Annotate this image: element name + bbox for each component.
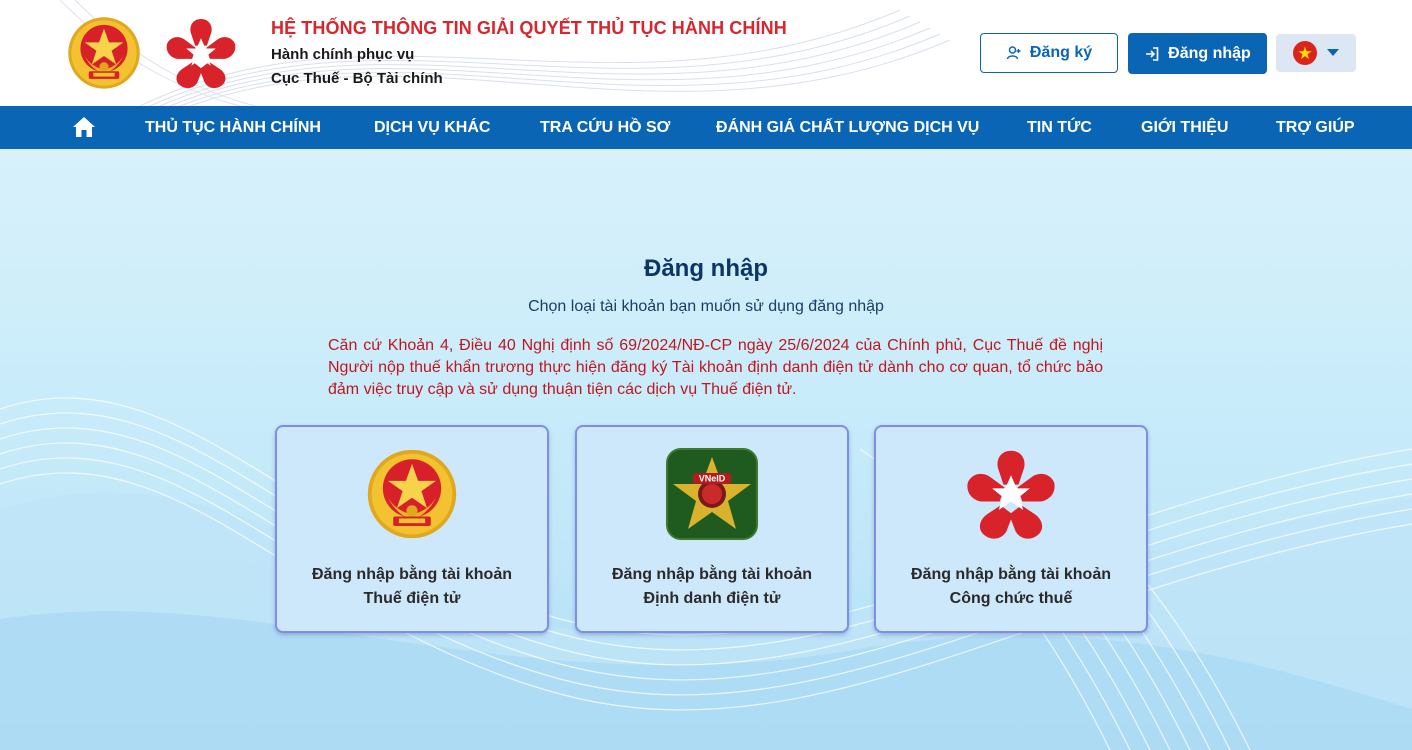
user-add-icon (1006, 46, 1021, 60)
login-option-line1: Đăng nhập bằng tài khoản (910, 566, 1111, 583)
nav-item-service-quality[interactable]: ĐÁNH GIÁ CHẤT LƯỢNG DỊCH VỤ (716, 106, 979, 149)
nav-item-help[interactable]: TRỢ GIÚP (1276, 106, 1355, 149)
login-option-line1: Đăng nhập bằng tài khoản (311, 566, 512, 583)
home-icon[interactable] (72, 116, 96, 138)
system-title: HỆ THỐNG THÔNG TIN GIẢI QUYẾT THỦ TỤC HÀ… (271, 18, 787, 38)
chevron-down-icon (1327, 49, 1339, 56)
notice-text: Căn cứ Khoản 4, Điều 40 Nghị định số 69/… (328, 337, 1103, 398)
nav-item-about[interactable]: GIỚI THIỆU (1141, 106, 1228, 149)
site-header: HỆ THỐNG THÔNG TIN GIẢI QUYẾT THỦ TỤC HÀ… (0, 0, 1412, 106)
language-selector[interactable] (1276, 34, 1356, 72)
login-option-line2: Định danh điện tử (643, 590, 781, 607)
register-button[interactable]: Đăng ký (980, 33, 1118, 73)
nav-item-other-services[interactable]: DỊCH VỤ KHÁC (374, 106, 490, 149)
national-emblem-icon (365, 447, 459, 541)
login-option-tax-officer-account[interactable]: Đăng nhập bằng tài khoản Công chức thuế (874, 425, 1148, 633)
login-option-label: Đăng nhập bằng tài khoản Thuế điện tử (277, 563, 547, 611)
login-option-tax-account[interactable]: Đăng nhập bằng tài khoản Thuế điện tử (275, 425, 549, 633)
system-subtitle: Hành chính phục vụ (271, 46, 415, 63)
login-button[interactable]: Đăng nhập (1128, 33, 1267, 74)
login-option-label: Đăng nhập bằng tài khoản Định danh điện … (577, 563, 847, 611)
login-option-line1: Đăng nhập bằng tài khoản (611, 566, 812, 583)
vneid-icon: VNeID (666, 448, 758, 540)
login-title: Đăng nhập (644, 255, 768, 282)
nav-item-administrative-procedures[interactable]: THỦ TỤC HÀNH CHÍNH (145, 106, 321, 149)
login-label: Đăng nhập (1168, 44, 1251, 62)
public-service-star-icon (964, 447, 1058, 541)
public-service-star-icon[interactable] (164, 14, 238, 92)
login-subtitle: Chọn loại tài khoản bạn muốn sử dụng đăn… (528, 298, 884, 315)
login-section: Đăng nhập Chọn loại tài khoản bạn muốn s… (0, 149, 1412, 750)
login-option-line2: Công chức thuế (949, 590, 1073, 607)
login-icon (1146, 46, 1159, 61)
agency-name: Cục Thuế - Bộ Tài chính (271, 70, 443, 87)
nav-item-news[interactable]: TIN TỨC (1027, 106, 1092, 149)
login-option-line2: Thuế điện tử (363, 590, 461, 607)
vneid-text: VNeID (699, 474, 726, 484)
login-option-vneid-account[interactable]: VNeID Đăng nhập bằng tài khoản Định danh… (575, 425, 849, 633)
main-navigation: THỦ TỤC HÀNH CHÍNH DỊCH VỤ KHÁC TRA CỨU … (0, 106, 1412, 149)
login-option-label: Đăng nhập bằng tài khoản Công chức thuế (876, 563, 1146, 611)
register-label: Đăng ký (1029, 44, 1093, 61)
vietnam-flag-icon (1293, 41, 1317, 65)
nav-item-lookup-records[interactable]: TRA CỨU HỒ SƠ (540, 106, 670, 149)
national-emblem-icon[interactable] (66, 14, 142, 92)
